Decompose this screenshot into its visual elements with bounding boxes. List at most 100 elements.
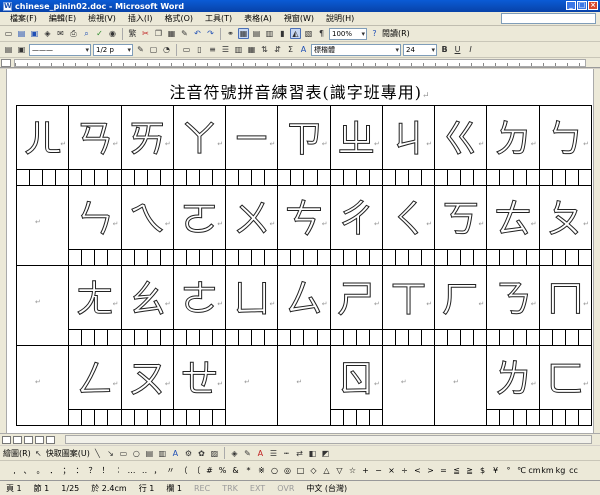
symbol-button[interactable]: =	[437, 466, 450, 475]
practice-box[interactable]	[226, 250, 240, 265]
minimize-button[interactable]: _	[566, 1, 576, 10]
practice-box[interactable]	[291, 170, 305, 185]
distribute-cols-icon[interactable]: ▥	[233, 44, 244, 55]
autosum-icon[interactable]: Σ	[285, 44, 296, 55]
practice-box[interactable]	[474, 250, 486, 265]
symbol-button[interactable]: kg	[554, 466, 567, 475]
practice-box[interactable]	[304, 250, 318, 265]
paste-icon[interactable]: ▦	[166, 28, 177, 39]
permission-icon[interactable]: ◈	[42, 28, 53, 39]
practice-box[interactable]	[122, 410, 135, 425]
read-button[interactable]: 閱讀(R)	[382, 28, 410, 39]
practice-box[interactable]	[174, 410, 187, 425]
practice-box[interactable]	[30, 170, 44, 185]
close-button[interactable]: ×	[588, 1, 598, 10]
practice-box[interactable]	[527, 410, 539, 425]
practice-box[interactable]	[579, 330, 591, 345]
symbol-button[interactable]: %	[216, 466, 229, 475]
practice-box[interactable]	[357, 250, 370, 265]
practice-box[interactable]	[553, 410, 566, 425]
practice-box[interactable]	[566, 250, 579, 265]
symbol-button[interactable]: *	[242, 466, 255, 475]
picture-icon[interactable]: ▨	[209, 448, 220, 459]
practice-box[interactable]	[461, 330, 475, 345]
practice-box[interactable]	[540, 170, 553, 185]
practice-box[interactable]	[487, 250, 501, 265]
practice-box[interactable]	[435, 170, 449, 185]
practice-box[interactable]	[579, 170, 591, 185]
table-cell[interactable]: ㄑ ↵	[381, 185, 436, 266]
symbol-button[interactable]: cc	[567, 466, 580, 475]
practice-box[interactable]	[396, 330, 409, 345]
practice-box[interactable]	[553, 330, 566, 345]
line-style-dropdown[interactable]: ———	[29, 43, 91, 56]
menu-view[interactable]: 檢視(V)	[82, 13, 122, 24]
practice-box[interactable]	[357, 170, 370, 185]
practice-box[interactable]	[226, 170, 240, 185]
practice-box[interactable]	[370, 330, 382, 345]
practice-box[interactable]	[500, 250, 514, 265]
practice-box[interactable]	[213, 330, 225, 345]
practice-box[interactable]	[448, 330, 462, 345]
symbol-button[interactable]: ◇	[307, 466, 320, 475]
practice-box[interactable]	[148, 170, 161, 185]
table-cell[interactable]: ㄖ ↵	[329, 345, 383, 426]
symbol-button[interactable]: ≦	[450, 466, 463, 475]
styles-pane-icon[interactable]: ▤	[3, 44, 14, 55]
table-cell[interactable]: ㄒ ↵	[381, 265, 436, 346]
research-icon[interactable]: ◉	[107, 28, 118, 39]
practice-box[interactable]	[344, 250, 357, 265]
table-cell[interactable]: ㄈ ↵	[538, 345, 593, 426]
practice-box[interactable]	[318, 170, 330, 185]
practice-box[interactable]	[187, 250, 200, 265]
rectangle-icon[interactable]: ▭	[118, 448, 129, 459]
practice-box[interactable]	[174, 330, 187, 345]
insert-table-icon[interactable]: ▤	[251, 28, 262, 39]
border-color-icon[interactable]: ✎	[135, 44, 146, 55]
practice-box[interactable]	[514, 410, 527, 425]
practice-box[interactable]	[161, 330, 173, 345]
save-icon[interactable]: ▣	[29, 28, 40, 39]
italic-button[interactable]: I	[465, 44, 476, 55]
practice-box[interactable]	[252, 330, 266, 345]
practice-box[interactable]	[474, 170, 486, 185]
practice-box[interactable]	[579, 250, 591, 265]
draw-menu-button[interactable]: 繪圖(R)	[3, 448, 31, 459]
document-map-icon[interactable]: ▧	[303, 28, 314, 39]
table-cell[interactable]: ㄌ ↵	[486, 345, 540, 426]
practice-box[interactable]	[95, 410, 109, 425]
practice-box[interactable]	[135, 410, 148, 425]
symbol-button[interactable]: ？	[86, 465, 99, 476]
practice-box[interactable]	[108, 250, 120, 265]
practice-box[interactable]	[174, 170, 187, 185]
arrow-icon[interactable]: ↘	[105, 448, 116, 459]
practice-box[interactable]	[357, 330, 370, 345]
practice-box[interactable]	[422, 330, 434, 345]
symbol-button[interactable]: ○	[268, 466, 281, 475]
practice-box[interactable]	[331, 250, 344, 265]
practice-box[interactable]	[487, 170, 501, 185]
practice-box[interactable]	[82, 170, 96, 185]
print-icon[interactable]: ⎙	[68, 28, 79, 39]
status-trk[interactable]: TRK	[216, 484, 244, 493]
symbol-button[interactable]: …	[125, 466, 138, 475]
columns-icon[interactable]: ▮	[277, 28, 288, 39]
sort-icon[interactable]: ⇵	[272, 44, 283, 55]
practice-box[interactable]	[213, 410, 225, 425]
vertical-textbox-icon[interactable]: ▥	[157, 448, 168, 459]
symbol-button[interactable]: ℃	[515, 466, 528, 475]
practice-box[interactable]	[226, 330, 240, 345]
table-cell[interactable]: ↵	[381, 345, 436, 426]
practice-box[interactable]	[82, 410, 96, 425]
table-cell[interactable]: ↵	[225, 345, 279, 426]
fill-color-icon[interactable]: ◈	[229, 448, 240, 459]
practice-box[interactable]	[161, 250, 173, 265]
table-cell[interactable]: ㄝ ↵	[172, 345, 227, 426]
practice-box[interactable]	[527, 250, 539, 265]
symbol-button[interactable]: ！	[99, 465, 112, 476]
practice-box[interactable]	[566, 410, 579, 425]
symbol-button[interactable]: +	[359, 466, 372, 475]
table-cell[interactable]: ㄍ ↵	[434, 105, 488, 186]
practice-box[interactable]	[566, 330, 579, 345]
practice-box[interactable]	[566, 170, 579, 185]
